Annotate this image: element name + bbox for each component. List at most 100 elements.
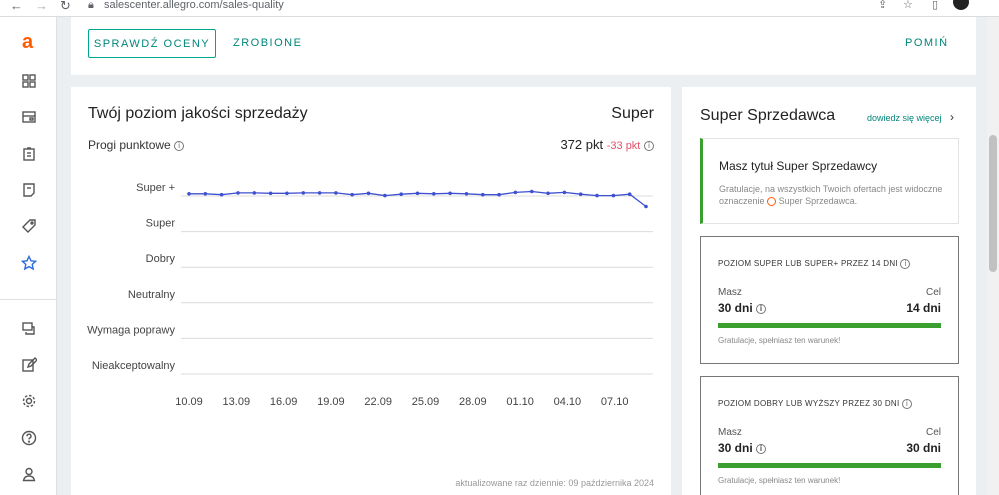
info-icon[interactable]: i — [756, 303, 767, 314]
promotions-tag-icon[interactable] — [19, 216, 39, 236]
condition-heading-text: POZIOM DOBRY LUB WYŻSZY PRZEZ 30 DNI — [718, 399, 900, 409]
goal-value: 14 dni — [906, 301, 941, 315]
info-icon[interactable]: i — [644, 140, 654, 151]
info-icon[interactable]: i — [174, 140, 185, 151]
chart-point[interactable] — [366, 191, 371, 196]
chart-x-label: 16.09 — [270, 396, 298, 408]
condition-heading-text: POZIOM SUPER LUB SUPER+ PRZEZ 14 DNI — [718, 259, 898, 269]
messages-icon[interactable] — [19, 319, 39, 339]
info-icon[interactable]: i — [756, 443, 767, 454]
have-label: Masz — [718, 287, 742, 298]
chart-point[interactable] — [578, 192, 583, 196]
bookmark-star-icon[interactable]: ☆ — [903, 0, 913, 11]
chart-x-label: 04.10 — [554, 396, 582, 408]
chart-point[interactable] — [236, 191, 240, 195]
condition-progress-bar — [718, 463, 941, 468]
left-navigation: a — [0, 17, 57, 495]
browser-toolbar: ← → ↻ 🔒︎ salescenter.allegro.com/sales-q… — [0, 0, 999, 17]
banner-title: Masz tytuł Super Sprzedawcy — [719, 159, 878, 173]
chart-point[interactable] — [530, 189, 534, 194]
condition-box-30-days: POZIOM DOBRY LUB WYŻSZY PRZEZ 30 DNI i M… — [700, 376, 959, 495]
dashboard-grid-icon[interactable] — [19, 71, 39, 91]
chart-point[interactable] — [627, 192, 632, 196]
chart-point[interactable] — [399, 192, 404, 196]
points-delta: -33 pkt — [606, 140, 641, 152]
chart-point[interactable] — [595, 193, 599, 198]
info-icon[interactable]: i — [900, 259, 911, 269]
chart-point[interactable] — [415, 191, 420, 196]
chart-point[interactable] — [497, 192, 501, 197]
sales-quality-card: Twój poziom jakości sprzedaży Super Prog… — [71, 87, 671, 495]
side-panel-icon[interactable]: ▯ — [932, 0, 938, 11]
chart-point[interactable] — [513, 190, 518, 195]
chart-point[interactable] — [432, 192, 436, 196]
chart-point[interactable] — [546, 191, 550, 196]
chart-point[interactable] — [301, 191, 306, 195]
banner-text: Gratulacje, na wszystkich Twoich ofertac… — [719, 183, 949, 207]
chart-point[interactable] — [219, 192, 224, 197]
chart-point[interactable] — [285, 191, 289, 196]
chart-point[interactable] — [464, 192, 469, 196]
chevron-right-icon: › — [950, 110, 954, 124]
back-arrow-icon[interactable]: ← — [10, 0, 23, 12]
settings-gear-icon[interactable] — [19, 391, 39, 411]
chart-point[interactable] — [448, 191, 452, 196]
page-title: Twój poziom jakości sprzedaży — [88, 105, 308, 122]
edit-icon[interactable] — [19, 355, 39, 375]
have-value: 30 dni i — [718, 301, 767, 315]
thresholds-label: Progi punktowe i — [88, 138, 185, 152]
orders-clipboard-icon[interactable] — [19, 144, 39, 164]
chart-point[interactable] — [268, 191, 273, 196]
condition-heading: POZIOM DOBRY LUB WYŻSZY PRZEZ 30 DNI i — [718, 399, 913, 409]
chart-point[interactable] — [481, 192, 485, 197]
chart-y-label: Dobry — [146, 253, 176, 265]
chart-point[interactable] — [611, 193, 616, 198]
check-ratings-button[interactable]: SPRAWDŹ OCENY — [88, 29, 216, 58]
chart-point[interactable] — [383, 193, 387, 198]
chart-y-label: Super — [146, 218, 176, 230]
forward-arrow-icon[interactable]: → — [35, 0, 48, 12]
condition-ok-text: Gratulacje, spełniasz ten warunek! — [718, 336, 841, 345]
chart-y-label: Neutralny — [128, 289, 176, 301]
condition-heading: POZIOM SUPER LUB SUPER+ PRZEZ 14 DNI i — [718, 259, 911, 269]
chart-point[interactable] — [562, 190, 567, 195]
learn-more-link[interactable]: dowiedz się więcej › — [867, 110, 954, 124]
page-scrollbar-thumb[interactable] — [989, 135, 997, 272]
chart-point[interactable] — [317, 191, 322, 195]
chart-y-label: Super + — [136, 182, 175, 194]
shop-icon[interactable] — [19, 107, 39, 127]
chart-point[interactable] — [350, 192, 355, 197]
chart-point[interactable] — [187, 192, 191, 196]
share-icon[interactable]: ⇪ — [878, 0, 887, 11]
chart-y-label: Wymaga poprawy — [87, 324, 175, 336]
help-icon[interactable] — [19, 428, 39, 448]
have-value: 30 dni i — [718, 441, 767, 455]
chart-x-label: 10.09 — [175, 396, 203, 408]
super-seller-banner: Masz tytuł Super Sprzedawcy Gratulacje, … — [700, 138, 959, 224]
sales-quality-star-icon[interactable] — [19, 253, 39, 273]
chart-point[interactable] — [203, 192, 208, 196]
account-user-icon[interactable] — [19, 464, 39, 484]
chart-x-label: 13.09 — [223, 396, 251, 408]
done-button[interactable]: ZROBIONE — [233, 29, 302, 58]
info-icon[interactable]: i — [902, 399, 913, 409]
offers-note-icon[interactable] — [19, 180, 39, 200]
chart-point[interactable] — [334, 191, 338, 195]
points-value: 372 pkt — [560, 137, 604, 152]
lock-icon[interactable]: 🔒︎ — [88, 0, 94, 11]
chart-point[interactable] — [252, 191, 257, 195]
have-value-text: 30 dni — [718, 441, 753, 455]
chart-y-label: Nieakceptowalny — [92, 360, 176, 372]
have-value-text: 30 dni — [718, 301, 753, 315]
super-seller-shield-icon — [767, 197, 777, 207]
reload-icon[interactable]: ↻ — [60, 0, 71, 12]
profile-avatar[interactable] — [953, 0, 969, 10]
chart-x-label: 01.10 — [506, 396, 534, 408]
goal-label: Cel — [925, 287, 941, 298]
banner-text-badge: Super Sprzedawca. — [778, 196, 858, 206]
skip-button[interactable]: POMIŃ — [905, 29, 949, 58]
chart-point[interactable] — [644, 204, 648, 209]
allegro-logo[interactable]: a — [22, 31, 33, 54]
points-summary: 372 pkt -33 pkt i — [560, 137, 654, 152]
address-bar[interactable]: salescenter.allegro.com/sales-quality — [104, 0, 284, 11]
